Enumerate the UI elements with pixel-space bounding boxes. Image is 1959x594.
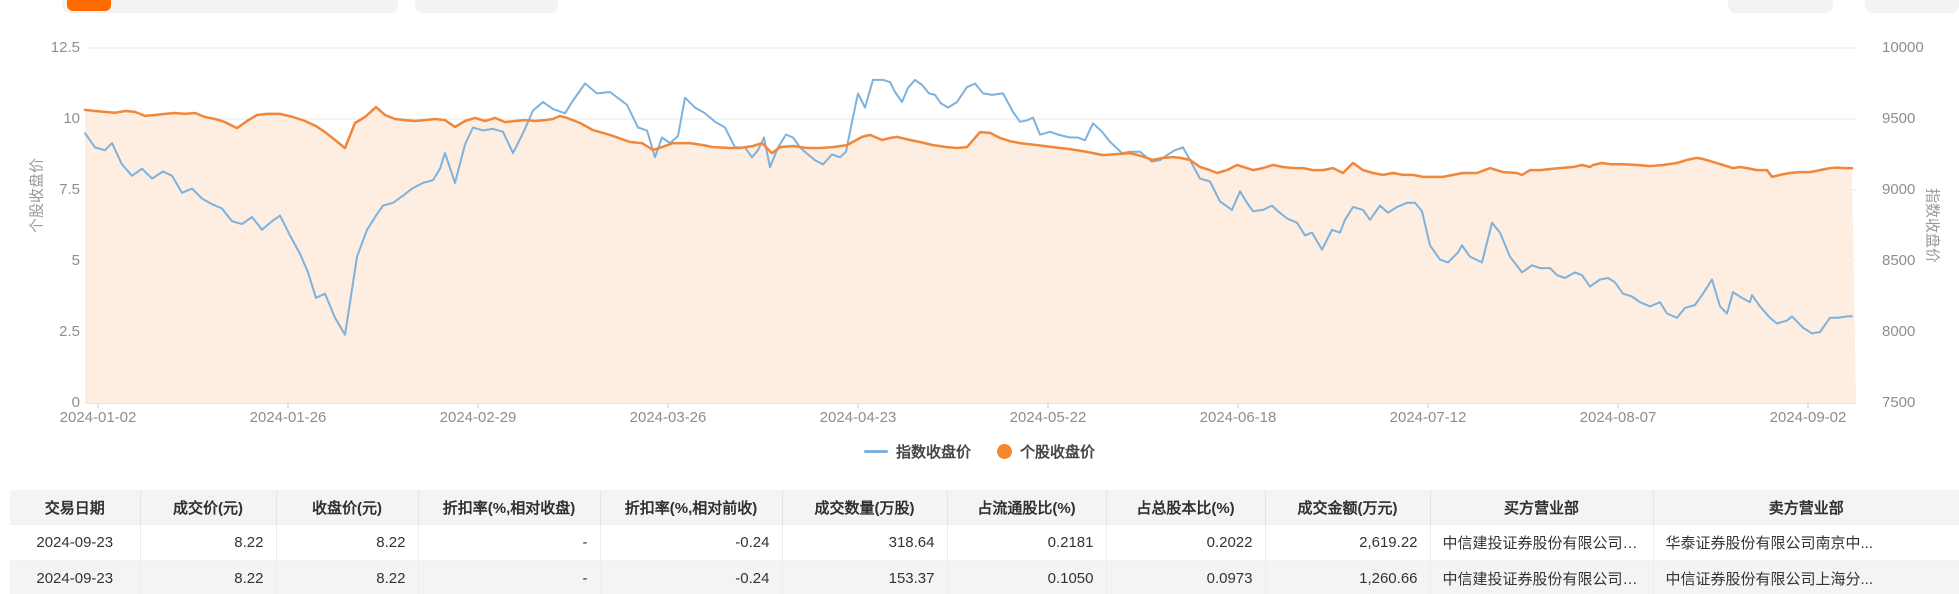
x-axis-tick-label: 2024-03-26	[629, 409, 707, 426]
left-axis-tick-label: 12.5	[50, 39, 80, 56]
x-axis-tick-label: 2024-02-29	[439, 409, 517, 426]
table-cell: 华泰证券股份有限公司南京中...	[1653, 524, 1959, 561]
table-cell: 2,619.22	[1265, 524, 1431, 561]
column-header: 折扣率(%,相对收盘)	[418, 490, 601, 525]
legend-line-marker	[863, 450, 888, 453]
table-cell: 8.22	[140, 524, 277, 561]
column-header: 占总股本比(%)	[1106, 490, 1266, 525]
column-header: 收盘价(元)	[276, 490, 419, 525]
chart-legend: 指数收盘价 个股收盘价	[0, 441, 1959, 462]
table-cell: 0.0973	[1106, 560, 1266, 594]
left-axis-name: 个股收盘价	[28, 158, 46, 234]
column-header: 成交数量(万股)	[782, 490, 948, 525]
stock-price-area	[85, 107, 1856, 403]
legend-item-stock-close[interactable]: 个股收盘价	[997, 441, 1095, 462]
right-axis-name: 指数收盘价	[1923, 187, 1941, 263]
x-axis-tick-label: 2024-09-02	[1769, 409, 1847, 426]
column-header: 折扣率(%,相对前收)	[600, 490, 783, 525]
table-cell: -0.24	[600, 524, 783, 561]
right-axis-tick-label: 8000	[1882, 323, 1916, 340]
table-cell: 中信建投证券股份有限公司芜...	[1430, 524, 1654, 561]
right-axis-tick-label: 10000	[1882, 39, 1924, 56]
table-cell: 中信证券股份有限公司上海分...	[1653, 560, 1959, 594]
legend-label: 个股收盘价	[1020, 444, 1096, 461]
column-header: 成交金额(万元)	[1265, 490, 1431, 525]
x-axis-tick-label: 2024-05-22	[1009, 409, 1087, 426]
legend-label: 指数收盘价	[895, 444, 971, 461]
x-axis-tick-label: 2024-08-07	[1579, 409, 1657, 426]
table-cell: 8.22	[276, 560, 419, 594]
table-cell: 0.2181	[947, 524, 1107, 561]
x-axis-tick-label: 2024-01-26	[249, 409, 327, 426]
x-axis-tick-label: 2024-06-18	[1199, 409, 1277, 426]
table-cell: -	[418, 560, 601, 594]
column-header: 占流通股比(%)	[947, 490, 1107, 525]
table-row: 2024-09-23 8.22 8.22- -0.24 153.37 0.1050 0.09…	[10, 560, 1959, 594]
right-axis-tick-label: 7500	[1882, 394, 1916, 411]
x-axis-tick-label: 2024-04-23	[819, 409, 897, 426]
table-cell: 中信建投证券股份有限公司芜...	[1430, 560, 1654, 594]
table-cell: 8.22	[276, 524, 419, 561]
legend-circle-marker	[997, 444, 1012, 459]
table-cell: 2024-09-23	[10, 560, 141, 594]
right-axis-tick-label: 8500	[1882, 252, 1916, 269]
table-row: 2024-09-23 8.22 8.22- -0.24 318.64 0.2181 0.20…	[10, 524, 1959, 561]
table-cell: 1,260.66	[1265, 560, 1431, 594]
left-axis-tick-label: 5	[71, 252, 80, 269]
x-axis-tick-label: 2024-07-12	[1389, 409, 1467, 426]
table-cell: -0.24	[600, 560, 783, 594]
block-trade-page: { "top_tabs": { "note": "tab strip cut o…	[0, 0, 1959, 594]
column-header: 成交价(元)	[140, 490, 277, 525]
column-header: 买方营业部	[1430, 490, 1654, 525]
legend-item-index-close[interactable]: 指数收盘价	[863, 441, 971, 462]
column-header: 交易日期	[10, 490, 141, 525]
right-axis-tick-label: 9500	[1882, 110, 1916, 127]
table-cell: 0.2022	[1106, 524, 1266, 561]
price-chart	[83, 47, 1856, 408]
left-axis-tick-label: 2.5	[59, 323, 80, 340]
column-header: 卖方营业部	[1653, 490, 1959, 525]
x-axis-tick-label: 2024-01-02	[59, 409, 137, 426]
table-cell: 318.64	[782, 524, 948, 561]
table-cell: 153.37	[782, 560, 948, 594]
block-trade-table: 交易日期 成交价(元) 收盘价(元) 折扣率(%,相对收盘) 折扣率(%,相对前收) 成交…	[10, 490, 1959, 594]
table-cell: 0.1050	[947, 560, 1107, 594]
table-cell: -	[418, 524, 601, 561]
table-cell: 8.22	[140, 560, 277, 594]
right-axis-tick-label: 9000	[1882, 181, 1916, 198]
table-cell: 2024-09-23	[10, 524, 141, 561]
left-axis-tick-label: 10	[63, 110, 80, 127]
table-header-row: 交易日期 成交价(元) 收盘价(元) 折扣率(%,相对收盘) 折扣率(%,相对前收) 成交…	[10, 490, 1959, 525]
